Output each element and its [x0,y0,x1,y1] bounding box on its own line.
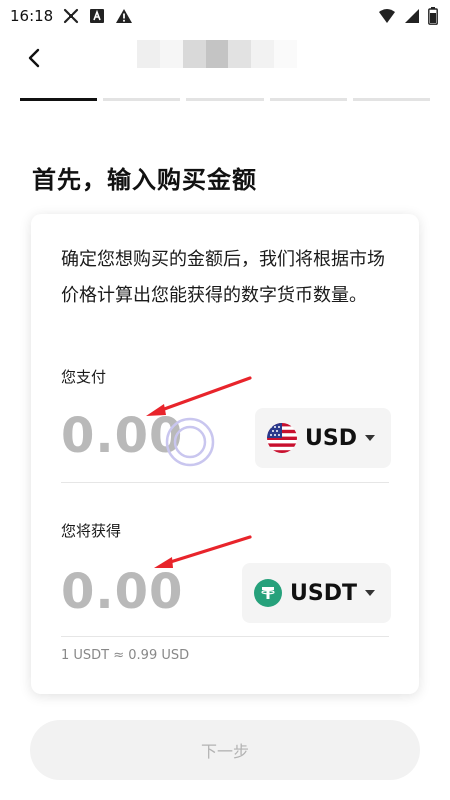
next-button[interactable]: 下一步 [30,720,420,780]
chevron-left-icon [28,48,40,68]
progress-step-1 [20,98,98,101]
settings-tool-icon [63,8,79,24]
receive-label: 您将获得 [61,522,122,540]
signal-icon [404,8,420,24]
progress-step-4 [269,98,347,101]
receive-currency-select[interactable]: USDT [242,563,391,623]
pay-label: 您支付 [61,368,107,386]
chevron-down-icon [365,435,375,441]
progress-step-2 [103,98,181,101]
progress-step-3 [186,98,264,101]
tether-icon [254,579,283,607]
receive-divider [61,636,389,637]
battery-icon [428,7,438,25]
exchange-rate: 1 USDT ≈ 0.99 USD [61,648,190,663]
card-description: 确定您想购买的金额后，我们将根据市场价格计算出您能获得的数字货币数量。 [61,249,385,306]
pay-divider [61,482,389,483]
chevron-down-icon [365,590,375,596]
tap-indicator [164,416,216,468]
back-button[interactable] [18,42,50,74]
progress-step-5 [352,98,431,101]
receive-amount-input[interactable]: 0.00 [61,564,183,620]
pay-currency-select[interactable]: USD [255,408,391,468]
app-header [0,36,450,80]
status-time: 16:18 [10,7,54,25]
purchase-card: 确定您想购买的金额后，我们将根据市场价格计算出您能获得的数字货币数量。 您支付 … [31,214,419,694]
status-bar: 16:18 [0,0,450,32]
page-title-obscured [137,40,298,68]
wifi-icon [378,8,396,24]
us-flag-icon [267,423,298,453]
page-title: 首先，输入购买金额 [32,166,257,194]
receive-currency-code: USDT [290,580,357,606]
pay-currency-code: USD [305,425,357,451]
step-progress [20,98,431,102]
accessibility-icon [89,8,105,24]
warning-icon [115,8,133,24]
